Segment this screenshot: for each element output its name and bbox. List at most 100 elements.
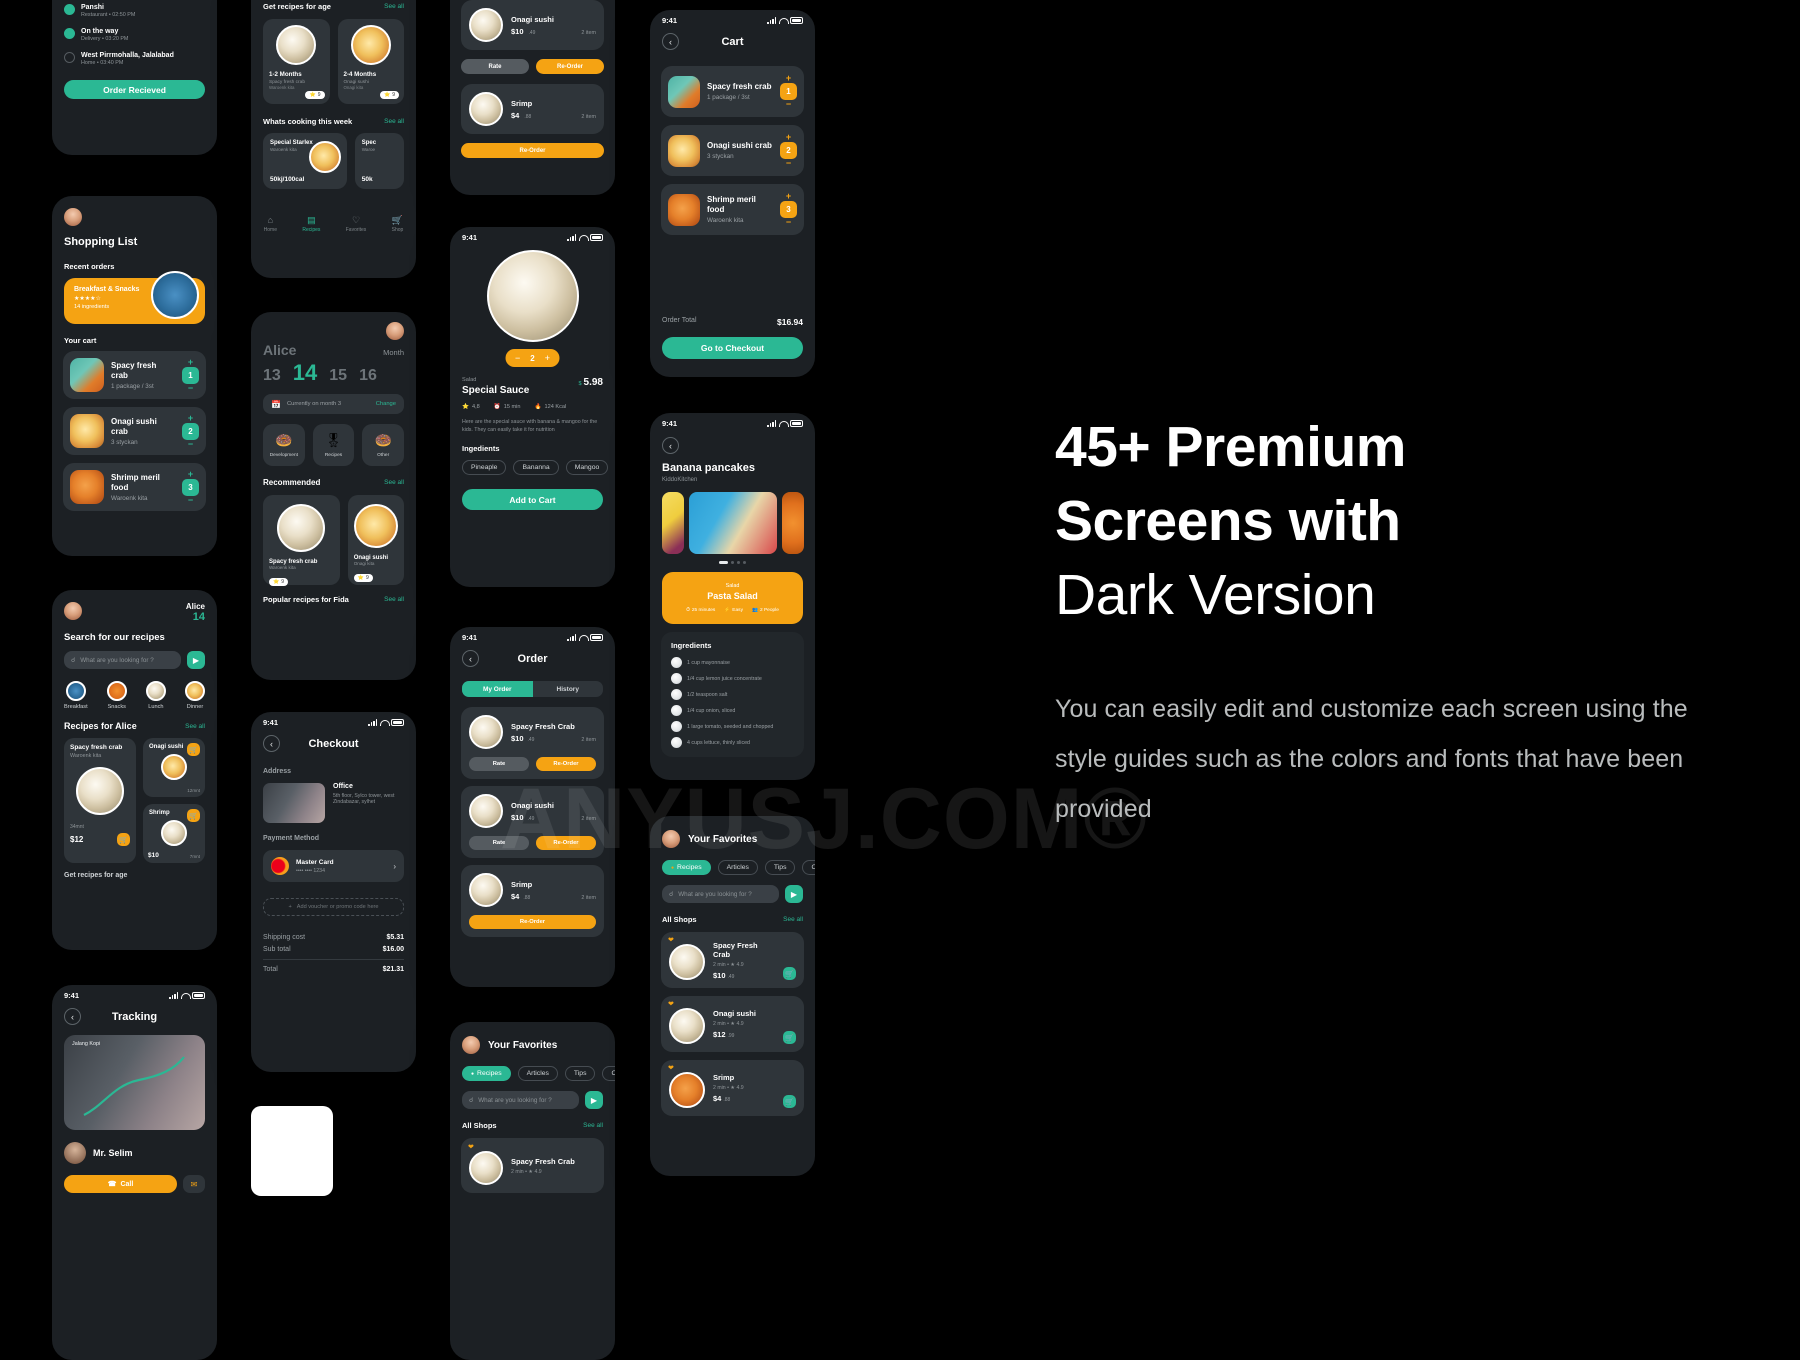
ingredient-chip[interactable]: Bananna [513, 460, 559, 476]
see-all-link[interactable]: See all [384, 596, 404, 603]
see-all-link[interactable]: See all [185, 723, 205, 730]
shop-item-card[interactable]: ❤ Srimp 2 min • ★ 4.9 $4 .88 🛒 [661, 1060, 804, 1116]
decrease-icon[interactable]: − [786, 100, 791, 109]
increase-icon[interactable]: + [786, 192, 791, 201]
quantity-stepper[interactable]: + 2 − [780, 133, 797, 168]
reorder-button[interactable]: Re-Order [536, 757, 596, 771]
tab-favorites[interactable]: ♡ Favorites [346, 216, 367, 234]
order-item-card[interactable]: Onagi sushi $10 .49 2 item [461, 0, 604, 50]
add-to-cart-icon[interactable]: 🛒 [783, 1031, 796, 1044]
go-to-checkout-button[interactable]: Go to Checkout [662, 337, 803, 359]
avatar[interactable] [462, 1036, 480, 1054]
increase-icon[interactable]: + [545, 353, 550, 363]
heart-icon[interactable]: ❤ [468, 1143, 474, 1151]
dot-active[interactable] [719, 561, 728, 564]
rate-button[interactable]: Rate [469, 757, 529, 771]
cart-item-row[interactable]: Onagi sushi crab 3 styckan + 2 − [661, 125, 804, 176]
category-snacks[interactable]: Snacks [106, 681, 127, 710]
reorder-button[interactable]: Re-Order [536, 59, 604, 74]
map-view[interactable]: Jalang Kopi [64, 1035, 205, 1130]
decrease-icon[interactable]: − [786, 159, 791, 168]
order-item-card[interactable]: Spacy Fresh Crab $10 .49 2 item Rate Re-… [461, 707, 604, 779]
add-to-cart-icon[interactable]: 🛒 [187, 743, 200, 756]
see-all-link[interactable]: See all [583, 1122, 603, 1129]
avatar[interactable] [64, 602, 82, 620]
see-all-link[interactable]: See all [384, 3, 404, 10]
category-dinner[interactable]: Dinner [184, 681, 205, 710]
category-lunch[interactable]: Lunch [145, 681, 166, 710]
recipe-banner[interactable]: Salad Pasta Salad ⏱ 25 minutes ⚡ Easy 👥 2 P… [662, 572, 803, 624]
recipe-card[interactable]: Shrimp 🛒 $10 7mnt [143, 804, 205, 863]
shop-item-card[interactable]: ❤ Spacy Fresh Crab 2 min • ★ 4.9 [461, 1138, 604, 1193]
back-button[interactable]: ‹ [662, 437, 679, 454]
dot[interactable] [737, 561, 740, 564]
shop-item-card[interactable]: ❤ Spacy Fresh Crab 2 min • ★ 4.9 $10 .49… [661, 932, 804, 988]
day-16[interactable]: 16 [359, 367, 377, 385]
decrease-icon[interactable]: − [786, 218, 791, 227]
recipe-card[interactable]: Spacy fresh crab Waroenk kita 34mnt $12 … [64, 738, 136, 863]
add-to-cart-icon[interactable]: 🛒 [783, 967, 796, 980]
month-banner[interactable]: 📅 Currently on month 3 Change [263, 394, 404, 414]
voucher-button[interactable]: + Add voucher or promo code here [263, 898, 404, 916]
tab-recipes[interactable]: ▤ Recipes [302, 216, 320, 234]
day-15[interactable]: 15 [329, 367, 347, 385]
reorder-button[interactable]: Re-Order [469, 915, 596, 929]
decrease-icon[interactable]: − [188, 439, 193, 448]
quantity-stepper[interactable]: − 2 + [505, 349, 560, 367]
filter-button[interactable]: ▶ [187, 651, 205, 669]
recent-order-card[interactable]: Breakfast & Snacks ★★★★☆ 14 ingredients [64, 271, 205, 324]
see-all-link[interactable]: See all [783, 916, 803, 923]
carousel-dots[interactable] [650, 561, 815, 564]
avatar[interactable] [386, 322, 404, 340]
dot[interactable] [731, 561, 734, 564]
avatar[interactable] [64, 208, 82, 226]
quantity-stepper[interactable]: + 3 − [780, 192, 797, 227]
age-card[interactable]: 1-2 Months Spacy fresh crab Waroenk kita… [263, 19, 330, 104]
heart-icon[interactable]: ❤ [668, 1064, 674, 1072]
chevron-right-icon[interactable]: › [393, 862, 396, 871]
quantity-stepper[interactable]: + 1 − [182, 357, 199, 392]
increase-icon[interactable]: + [786, 74, 791, 83]
quantity-stepper[interactable]: + 1 − [780, 74, 797, 109]
rate-button[interactable]: Rate [461, 59, 529, 74]
back-button[interactable]: ‹ [64, 1008, 81, 1025]
ingredient-chip[interactable]: Pineaple [462, 460, 507, 476]
cart-item-row[interactable]: Shrimp meril food Waroenk kita + 3 − [63, 463, 206, 511]
decrease-icon[interactable]: − [515, 353, 520, 363]
back-button[interactable]: ‹ [662, 33, 679, 50]
chip-articles[interactable]: Articles [517, 1066, 558, 1081]
age-card[interactable]: 2-4 Months Onagi sushi Onagi kita ⭐ 9 [337, 19, 404, 104]
tab-shop[interactable]: 🛒 Shop [392, 216, 404, 234]
chip-recipes[interactable]: ● Recipes [462, 1066, 511, 1081]
tab-home[interactable]: ⌂ Home [264, 216, 277, 234]
change-link[interactable]: Change [376, 401, 396, 407]
add-to-cart-icon[interactable]: 🛒 [783, 1095, 796, 1108]
add-to-cart-icon[interactable]: 🛒 [187, 809, 200, 822]
call-button[interactable]: ☎ Call [64, 1175, 177, 1193]
decrease-icon[interactable]: − [188, 495, 193, 504]
address-card[interactable]: Office 5th floor, Sylco tower, west Zind… [263, 783, 404, 823]
tab-history[interactable]: History [533, 681, 604, 697]
category-other[interactable]: 🍩 Other [362, 424, 405, 466]
add-to-cart-icon[interactable]: 🛒 [117, 833, 130, 846]
reorder-button[interactable]: Re-Order [461, 143, 604, 158]
order-item-card[interactable]: Srimp $4 .88 2 item [461, 84, 604, 134]
see-all-link[interactable]: See all [384, 118, 404, 125]
payment-card[interactable]: Master Card •••• •••• 1234 › [263, 850, 404, 882]
shop-item-card[interactable]: ❤ Onagi sushi 2 min • ★ 4.9 $12 .99 🛒 [661, 996, 804, 1052]
day-13[interactable]: 13 [263, 367, 281, 385]
filter-button[interactable]: ▶ [785, 885, 803, 903]
cart-item-row[interactable]: Shrimp meril food Waroenk kita + 3 − [661, 184, 804, 235]
image-carousel[interactable] [650, 483, 815, 554]
heart-icon[interactable]: ❤ [668, 936, 674, 944]
increase-icon[interactable]: + [188, 413, 193, 422]
cart-item-row[interactable]: Spacy fresh crab 1 package / 3st + 1 − [63, 351, 206, 399]
chip-offer[interactable]: Offer [602, 1066, 615, 1081]
back-button[interactable]: ‹ [263, 735, 280, 752]
recipe-card[interactable]: Onagi sushi 🛒 12mnt [143, 738, 205, 797]
search-input[interactable]: ☌ What are you looking for ? [462, 1091, 579, 1109]
quantity-stepper[interactable]: + 2 − [182, 413, 199, 448]
decrease-icon[interactable]: − [188, 383, 193, 392]
chip-tips[interactable]: Tips [564, 1066, 596, 1081]
dot[interactable] [743, 561, 746, 564]
